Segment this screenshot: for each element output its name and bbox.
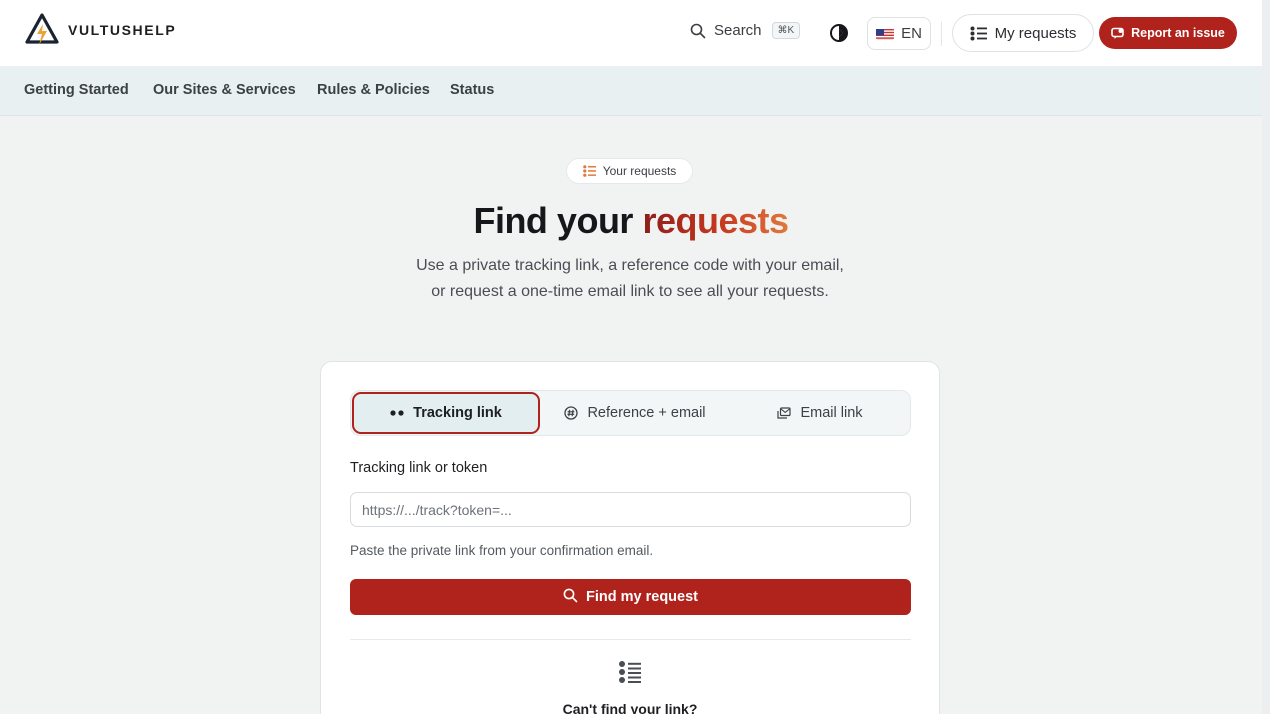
tab-reference-email[interactable]: Reference + email xyxy=(541,391,729,435)
find-my-request-button[interactable]: Find my request xyxy=(350,579,911,615)
list-icon xyxy=(970,26,987,40)
mail-stack-icon xyxy=(777,407,792,419)
tracking-link-input[interactable] xyxy=(350,492,911,527)
page-title-highlight: requests xyxy=(642,200,789,241)
lookup-card: Tracking link Reference + email Email li… xyxy=(320,361,940,714)
page-title: Find your requests xyxy=(0,200,1262,242)
tab-email-link-label: Email link xyxy=(800,405,863,421)
tab-tracking-link[interactable]: Tracking link xyxy=(352,392,540,434)
theme-toggle-icon[interactable] xyxy=(829,23,849,43)
section-badge: Your requests xyxy=(566,158,693,184)
nav-item-rules-policies[interactable]: Rules & Policies xyxy=(317,82,430,98)
search-icon xyxy=(690,23,706,38)
list-icon xyxy=(582,165,596,177)
nav-item-sites-services[interactable]: Our Sites & Services xyxy=(153,82,296,98)
us-flag-icon xyxy=(876,28,895,40)
find-my-request-label: Find my request xyxy=(586,589,698,605)
my-requests-label: My requests xyxy=(994,24,1077,42)
search-label: Search xyxy=(714,22,762,39)
search-button[interactable]: Search ⌘K xyxy=(690,22,801,39)
nav-item-getting-started[interactable]: Getting Started xyxy=(24,82,129,98)
report-issue-button[interactable]: Report an issue xyxy=(1099,17,1237,49)
vultus-logo-icon xyxy=(25,13,59,45)
search-icon xyxy=(563,588,578,602)
search-shortcut: ⌘K xyxy=(771,22,801,39)
lookup-method-tabs: Tracking link Reference + email Email li… xyxy=(350,390,911,436)
report-issue-label: Report an issue xyxy=(1131,26,1225,40)
tab-reference-email-label: Reference + email xyxy=(587,405,706,421)
language-selector[interactable]: EN xyxy=(867,17,931,50)
cant-find-link-heading: Can't find your link? xyxy=(562,701,698,714)
nav-item-status[interactable]: Status xyxy=(450,82,494,98)
dots-icon xyxy=(390,410,404,416)
tab-tracking-link-label: Tracking link xyxy=(413,405,502,421)
section-badge-label: Your requests xyxy=(602,164,677,178)
brand-name: VULTUSHELP xyxy=(68,22,177,38)
page-subtitle: Use a private tracking link, a reference… xyxy=(416,257,844,300)
language-code: EN xyxy=(901,25,922,42)
main-nav: Getting Started Our Sites & Services Rul… xyxy=(0,66,1262,116)
my-requests-button[interactable]: My requests xyxy=(952,14,1094,52)
tab-email-link[interactable]: Email link xyxy=(729,391,911,435)
list-icon xyxy=(619,661,641,683)
page-title-prefix: Find your xyxy=(473,200,643,241)
page-scrollbar[interactable] xyxy=(1262,0,1270,714)
hash-icon xyxy=(564,406,579,420)
header-divider xyxy=(941,22,942,46)
brand-logo[interactable]: VULTUSHELP xyxy=(24,12,176,48)
tracking-link-label: Tracking link or token xyxy=(350,460,488,476)
top-header: VULTUSHELP Search ⌘K EN My requests Repo… xyxy=(0,0,1262,66)
report-icon xyxy=(1111,27,1124,39)
tracking-link-hint: Paste the private link from your confirm… xyxy=(350,543,654,558)
card-divider xyxy=(350,639,911,640)
